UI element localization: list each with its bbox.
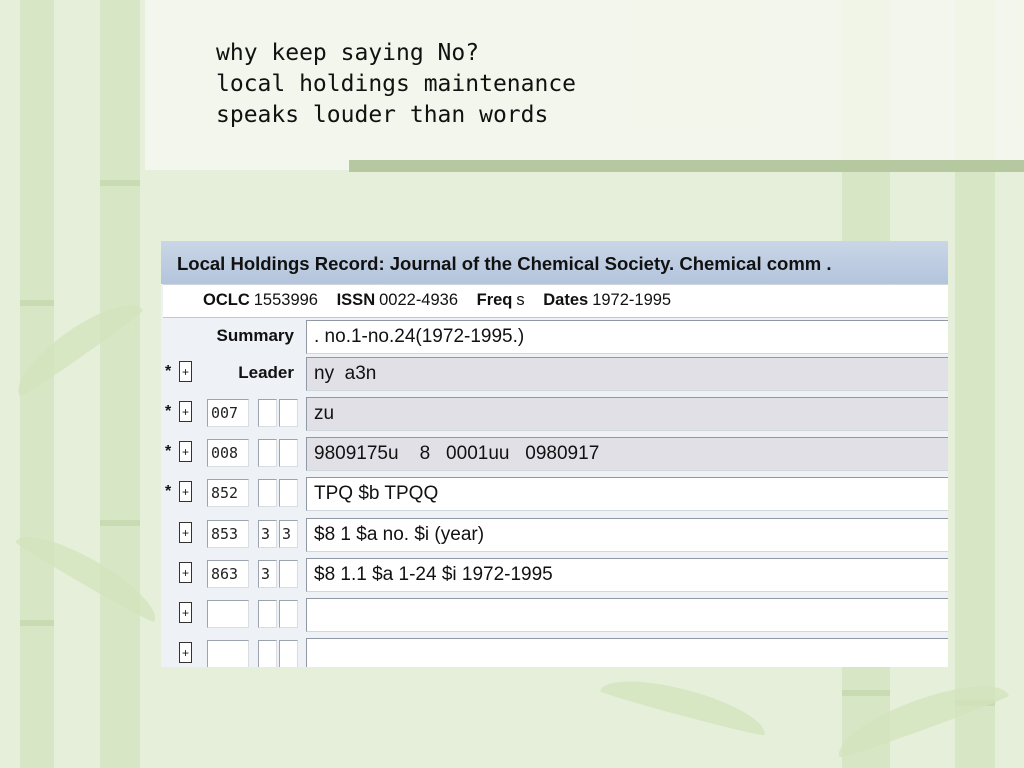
required-marker: * [165, 403, 172, 420]
issn-value: 0022-4936 [379, 291, 459, 309]
required-marker: * [165, 443, 172, 460]
title-line: why keep saying No? [216, 40, 480, 66]
required-marker: * [165, 483, 172, 500]
indicator2-input[interactable] [279, 600, 298, 628]
add-field-button[interactable]: + [179, 562, 192, 583]
title-line: speaks louder than words [216, 102, 549, 128]
accent-bar [349, 160, 1024, 172]
oclc-label: OCLC [203, 291, 250, 309]
indicator1-input[interactable]: 3 [258, 560, 277, 588]
bamboo-node [20, 620, 54, 626]
holdings-record-panel: Local Holdings Record: Journal of the Ch… [161, 241, 948, 667]
indicator1-input[interactable] [258, 439, 277, 467]
leader-field[interactable]: ny a3n [306, 357, 948, 391]
tag-input[interactable] [207, 640, 249, 667]
indicator1-input[interactable] [258, 479, 277, 507]
field-row-empty: + [161, 598, 948, 634]
indicator1-input[interactable]: 3 [258, 520, 277, 548]
summary-field[interactable]: . no.1-no.24(1972-1995.) [306, 320, 948, 354]
dates-value: 1972-1995 [592, 291, 672, 309]
field-value-input[interactable]: 9809175u 8 0001uu 0980917 [306, 437, 948, 471]
indicator2-input[interactable] [279, 479, 298, 507]
field-row-863: + 863 3 $8 1.1 $a 1-24 $i 1972-1995 [161, 558, 948, 594]
add-field-button[interactable]: + [179, 401, 192, 422]
tag-input[interactable] [207, 600, 249, 628]
bamboo-leaf [599, 668, 771, 738]
field-value-input[interactable]: $8 1 $a no. $i (year) [306, 518, 948, 552]
add-field-button[interactable]: + [179, 522, 192, 543]
field-value-input[interactable] [306, 598, 948, 632]
field-value-input[interactable]: $8 1.1 $a 1-24 $i 1972-1995 [306, 558, 948, 592]
indicator1-input[interactable] [258, 399, 277, 427]
summary-label: Summary [216, 326, 294, 345]
leader-label: Leader [238, 363, 294, 382]
tag-input[interactable]: 853 [207, 520, 249, 548]
oclc-value: 1553996 [253, 291, 318, 309]
title-line: local holdings maintenance [216, 71, 577, 97]
indicator1-input[interactable] [258, 640, 277, 667]
field-row-008: * + 008 9809175u 8 0001uu 0980917 [161, 437, 948, 473]
indicator2-input[interactable] [279, 640, 298, 667]
required-marker: * [165, 363, 172, 380]
field-row-853: + 853 3 3 $8 1 $a no. $i (year) [161, 518, 948, 554]
indicator2-input[interactable]: 3 [279, 520, 298, 548]
add-field-button[interactable]: + [179, 441, 192, 462]
field-row-007: * + 007 zu [161, 397, 948, 433]
tag-input[interactable]: 863 [207, 560, 249, 588]
freq-value: s [516, 291, 525, 309]
leader-row: * + Leader ny a3n [161, 357, 948, 393]
add-field-button[interactable]: + [179, 642, 192, 663]
indicator2-input[interactable] [279, 439, 298, 467]
issn-label: ISSN [336, 291, 376, 309]
record-title: Local Holdings Record: Journal of the Ch… [177, 253, 832, 274]
add-field-button[interactable]: + [179, 361, 192, 382]
bamboo-node [842, 690, 890, 696]
tag-input[interactable]: 008 [207, 439, 249, 467]
freq-label: Freq [476, 291, 513, 309]
add-field-button[interactable]: + [179, 481, 192, 502]
bamboo-node [100, 180, 140, 186]
indicator2-input[interactable] [279, 560, 298, 588]
record-meta-row: OCLC 1553996 ISSN 0022-4936 Freq s Dates 197… [163, 284, 948, 318]
field-value-input[interactable] [306, 638, 948, 667]
bamboo-node [20, 300, 54, 306]
summary-row: Summary . no.1-no.24(1972-1995.) [161, 320, 948, 356]
indicator1-input[interactable] [258, 600, 277, 628]
bamboo-node [100, 520, 140, 526]
bamboo-stalk [100, 0, 140, 768]
record-header: Local Holdings Record: Journal of the Ch… [161, 241, 948, 284]
field-row-empty: + [161, 638, 948, 667]
field-row-852: * + 852 TPQ $b TPQQ [161, 477, 948, 513]
indicator2-input[interactable] [279, 399, 298, 427]
tag-input[interactable]: 007 [207, 399, 249, 427]
dates-label: Dates [543, 291, 589, 309]
add-field-button[interactable]: + [179, 602, 192, 623]
field-value-input[interactable]: TPQ $b TPQQ [306, 477, 948, 511]
field-value-input[interactable]: zu [306, 397, 948, 431]
slide-title: why keep saying No? local holdings maint… [216, 38, 576, 131]
tag-input[interactable]: 852 [207, 479, 249, 507]
